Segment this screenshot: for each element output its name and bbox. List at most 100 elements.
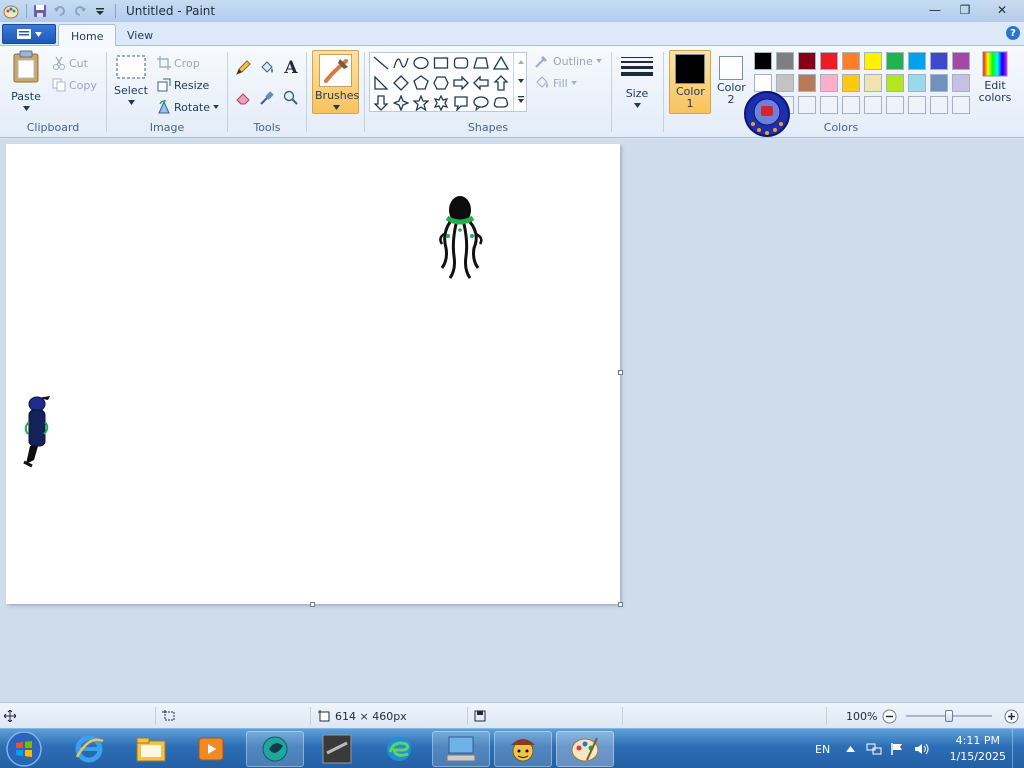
restore-button[interactable]: ❐ xyxy=(950,0,980,20)
canvas-workspace[interactable] xyxy=(0,139,1024,702)
tools-group-label: Tools xyxy=(253,121,281,134)
drawing-canvas[interactable] xyxy=(6,144,620,604)
size-button[interactable]: Size xyxy=(616,52,658,108)
show-desktop-button[interactable] xyxy=(1012,729,1024,768)
six-point-star-shape-icon[interactable] xyxy=(432,94,450,112)
select-label: Select xyxy=(114,84,148,97)
octopus-sprite[interactable] xyxy=(434,194,486,282)
canvas-resize-handle-bottom[interactable] xyxy=(310,602,315,607)
chevron-down-icon xyxy=(127,100,135,105)
tray-expand-button[interactable] xyxy=(846,729,855,768)
select-button[interactable]: Select xyxy=(113,54,149,105)
zoom-slider-thumb[interactable] xyxy=(945,710,953,722)
rotate-button[interactable]: Rotate xyxy=(157,98,219,116)
eraser-icon[interactable] xyxy=(233,88,253,108)
status-separator xyxy=(310,707,311,725)
oval-callout-shape-icon[interactable] xyxy=(472,94,490,112)
undo-icon[interactable] xyxy=(51,2,69,20)
rotate-label: Rotate xyxy=(174,100,211,114)
app-taskbar-icon-3[interactable] xyxy=(432,731,490,767)
five-point-star-shape-icon[interactable] xyxy=(412,94,430,112)
fill-bucket-icon[interactable] xyxy=(257,58,277,78)
paint-taskbar-icon[interactable] xyxy=(556,731,614,767)
curve-shape-icon[interactable] xyxy=(392,54,410,72)
zoom-slider[interactable] xyxy=(906,710,992,722)
left-arrow-shape-icon[interactable] xyxy=(472,74,490,92)
canvas-resize-handle-right[interactable] xyxy=(618,370,623,375)
clock-time: 4:11 PM xyxy=(955,734,1000,747)
network-icon[interactable] xyxy=(866,729,882,768)
brushes-label: Brushes xyxy=(315,89,360,102)
outline-button[interactable]: Outline xyxy=(534,52,602,70)
save-icon[interactable] xyxy=(31,2,49,20)
status-bar: 614 × 460px 100% xyxy=(0,702,1024,728)
language-indicator[interactable]: EN xyxy=(815,729,830,768)
cloud-callout-shape-icon[interactable] xyxy=(492,94,510,112)
start-button[interactable] xyxy=(4,730,46,768)
triangle-shape-icon[interactable] xyxy=(492,54,510,72)
tab-home[interactable]: Home xyxy=(58,24,117,47)
paste-button[interactable]: Paste xyxy=(6,50,46,111)
cut-button[interactable]: Cut xyxy=(52,54,88,72)
polygon-shape-icon[interactable] xyxy=(472,54,490,72)
zoom-in-icon xyxy=(1004,709,1019,723)
help-button[interactable]: ? xyxy=(1006,26,1020,40)
internet-explorer-taskbar-icon[interactable] xyxy=(60,731,118,767)
expand-gallery-icon[interactable] xyxy=(514,93,528,107)
brush-icon xyxy=(324,59,348,83)
customize-qat-icon[interactable] xyxy=(91,2,109,20)
window-controls: — ❐ ✕ xyxy=(920,0,1024,20)
down-arrow-shape-icon[interactable] xyxy=(372,94,390,112)
diver-sprite[interactable] xyxy=(20,394,54,474)
paint-menu-button[interactable] xyxy=(2,24,56,44)
shapes-scrollbar[interactable] xyxy=(513,53,527,111)
volume-icon[interactable] xyxy=(914,729,930,768)
copy-button[interactable]: Copy xyxy=(52,76,97,94)
image-group: Select Crop Resize Rotate Image xyxy=(107,48,227,136)
shapes-gallery xyxy=(369,52,527,112)
four-point-star-shape-icon[interactable] xyxy=(392,94,410,112)
paint-app-icon[interactable] xyxy=(2,2,20,20)
right-arrow-shape-icon[interactable] xyxy=(452,74,470,92)
pencil-icon[interactable] xyxy=(233,58,253,78)
color-picker-icon[interactable] xyxy=(257,88,277,108)
scroll-up-icon[interactable] xyxy=(514,55,528,69)
system-clock[interactable]: 4:11 PM 1/15/2025 xyxy=(950,733,1006,765)
magnifier-icon[interactable] xyxy=(281,88,301,108)
rounded-callout-shape-icon[interactable] xyxy=(452,94,470,112)
line-shape-icon[interactable] xyxy=(372,54,390,72)
quick-access-toolbar xyxy=(0,0,120,22)
action-center-flag-icon[interactable] xyxy=(890,729,904,768)
media-player-taskbar-icon[interactable] xyxy=(182,731,240,767)
status-separator xyxy=(826,707,827,725)
minimize-button[interactable]: — xyxy=(920,0,950,20)
rounded-rectangle-shape-icon[interactable] xyxy=(452,54,470,72)
fill-button[interactable]: Fill xyxy=(534,74,577,92)
zoom-out-button[interactable] xyxy=(882,703,897,729)
tab-view[interactable]: View xyxy=(115,24,165,47)
edge-taskbar-icon[interactable] xyxy=(370,731,428,767)
canvas-resize-handle-corner[interactable] xyxy=(618,602,623,607)
up-arrow-shape-icon[interactable] xyxy=(492,74,510,92)
resize-button[interactable]: Resize xyxy=(157,76,209,94)
qat-separator xyxy=(26,4,27,18)
crop-button[interactable]: Crop xyxy=(157,54,200,72)
app-taskbar-icon-2[interactable] xyxy=(308,731,366,767)
zoom-in-button[interactable] xyxy=(1004,703,1019,729)
line-width-icon xyxy=(621,54,653,79)
pentagon-shape-icon[interactable] xyxy=(412,74,430,92)
app-taskbar-icon-4[interactable] xyxy=(494,731,552,767)
right-triangle-shape-icon[interactable] xyxy=(372,74,390,92)
scroll-down-icon[interactable] xyxy=(514,74,528,88)
text-tool-icon[interactable]: A xyxy=(281,58,301,78)
app-taskbar-icon-1[interactable] xyxy=(246,731,304,767)
redo-icon[interactable] xyxy=(71,2,89,20)
hexagon-shape-icon[interactable] xyxy=(432,74,450,92)
rectangle-shape-icon[interactable] xyxy=(432,54,450,72)
diamond-shape-icon[interactable] xyxy=(392,74,410,92)
clipboard-group: Paste Cut Copy Clipboard xyxy=(0,48,106,136)
brushes-button[interactable]: Brushes xyxy=(312,50,359,114)
file-explorer-taskbar-icon[interactable] xyxy=(122,731,180,767)
oval-shape-icon[interactable] xyxy=(412,54,430,72)
close-button[interactable]: ✕ xyxy=(980,0,1024,20)
